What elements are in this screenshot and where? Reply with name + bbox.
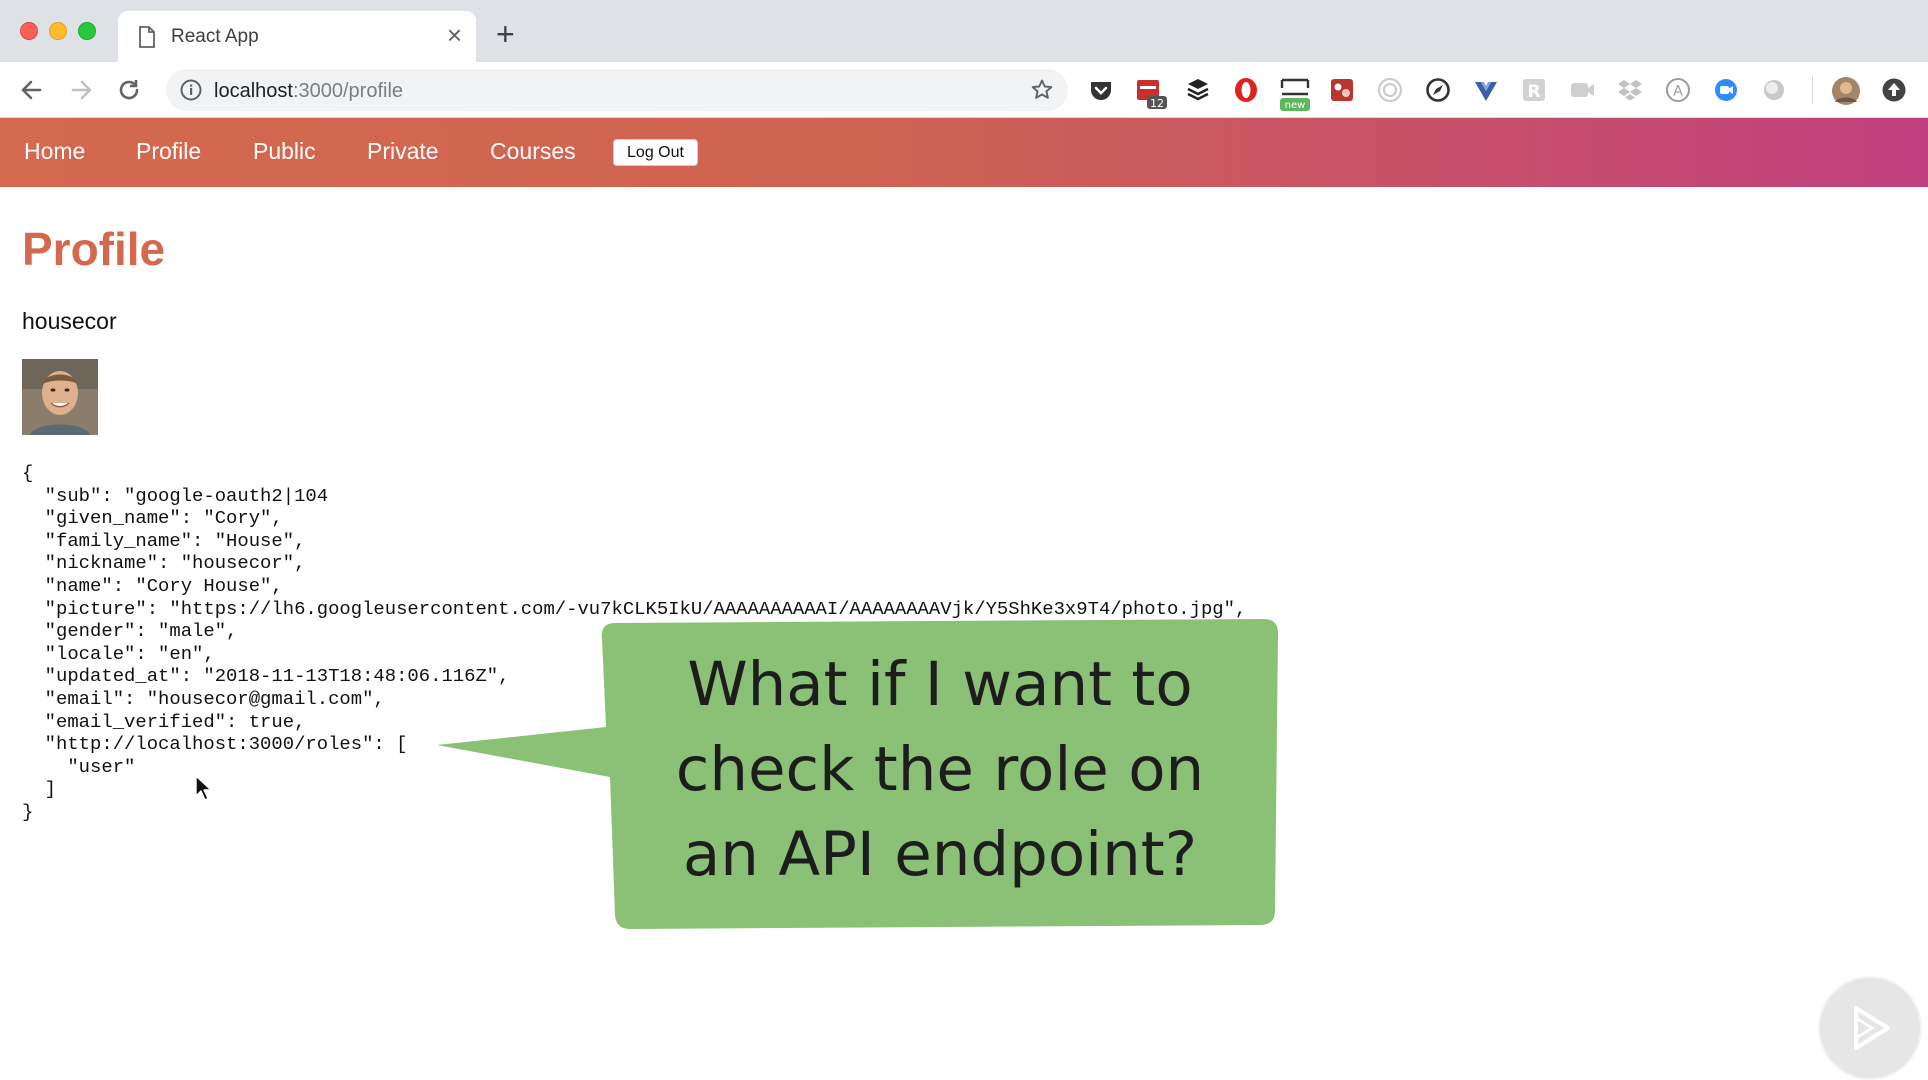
mouse-cursor-icon — [194, 774, 214, 807]
calendar-icon[interactable]: 12 — [1135, 76, 1167, 110]
json-line: "name": "Cory House", — [22, 574, 283, 597]
callout-line: an API endpoint? — [682, 819, 1198, 890]
json-line: { — [22, 462, 34, 484]
tab-title: React App — [171, 26, 259, 47]
close-tab-icon[interactable]: × — [447, 22, 462, 48]
calendar-badge: 12 — [1150, 97, 1164, 110]
nav-link-home[interactable]: Home — [24, 138, 85, 165]
nav-link-public[interactable]: Public — [253, 138, 316, 165]
screenshot-badge: new — [1285, 100, 1306, 111]
svg-text:R: R — [1527, 82, 1540, 102]
profile-avatar-image — [22, 359, 98, 435]
profile-nickname: housecor — [22, 308, 117, 334]
update-icon[interactable] — [1880, 76, 1908, 104]
callout-line: check the role on — [675, 734, 1205, 805]
profile-avatar[interactable] — [1831, 76, 1860, 105]
url-path: :3000/profile — [292, 80, 404, 102]
json-line: "family_name": "House", — [22, 529, 306, 552]
nav-link-courses[interactable]: Courses — [490, 138, 576, 165]
callout-text: What if I want to check the role on an A… — [610, 642, 1270, 897]
url-text: localhost:3000/profile — [214, 80, 403, 103]
back-icon[interactable] — [18, 76, 46, 104]
json-line: "sub": "google-oauth2|104 — [22, 484, 329, 507]
nav-link-profile[interactable]: Profile — [136, 138, 201, 165]
vue-icon[interactable] — [1472, 76, 1500, 104]
target-icon[interactable] — [1376, 76, 1404, 104]
address-bar[interactable]: localhost:3000/profile — [166, 69, 1068, 111]
url-host: localhost — [214, 80, 293, 102]
new-tab-button[interactable]: + — [496, 18, 515, 50]
json-line: "nickname": "housecor", — [22, 552, 306, 575]
dropbox-icon[interactable] — [1616, 76, 1644, 104]
pocket-icon[interactable] — [1087, 76, 1115, 104]
play-watermark-icon — [1818, 976, 1922, 1080]
app-nav-bar: Home Profile Public Private Courses Log … — [0, 118, 1928, 187]
bookmark-star-icon[interactable] — [1030, 78, 1054, 107]
forward-icon[interactable] — [67, 76, 95, 104]
browser-toolbar: localhost:3000/profile 12 new R A — [0, 62, 1928, 118]
info-icon[interactable] — [179, 78, 203, 107]
photo-icon[interactable] — [1328, 76, 1356, 104]
compass-icon[interactable] — [1424, 76, 1452, 104]
close-window-button[interactable] — [20, 22, 38, 40]
page-title: Profile — [22, 223, 166, 275]
maximize-window-button[interactable] — [78, 22, 96, 40]
zoom-icon[interactable] — [1712, 76, 1740, 104]
callout-line: What if I want to — [687, 649, 1193, 720]
screenshot-icon[interactable]: new — [1278, 76, 1310, 111]
toggle-icon[interactable] — [1760, 76, 1788, 104]
toolbar-divider — [1812, 76, 1813, 104]
browser-tab[interactable]: React App × — [118, 11, 476, 62]
svg-text:A: A — [1673, 84, 1683, 100]
nav-link-private[interactable]: Private — [367, 138, 439, 165]
minimize-window-button[interactable] — [49, 22, 67, 40]
opera-icon[interactable] — [1232, 76, 1260, 104]
page-icon — [138, 26, 156, 53]
accessibility-icon[interactable]: A — [1664, 76, 1692, 104]
buffer-icon[interactable] — [1184, 76, 1212, 104]
json-line: "given_name": "Cory", — [22, 507, 283, 530]
logout-button[interactable]: Log Out — [613, 139, 698, 166]
video-icon[interactable] — [1568, 76, 1596, 104]
reload-icon[interactable] — [115, 76, 143, 104]
r-icon[interactable]: R — [1520, 76, 1548, 104]
tab-strip: React App × + — [0, 0, 1928, 62]
